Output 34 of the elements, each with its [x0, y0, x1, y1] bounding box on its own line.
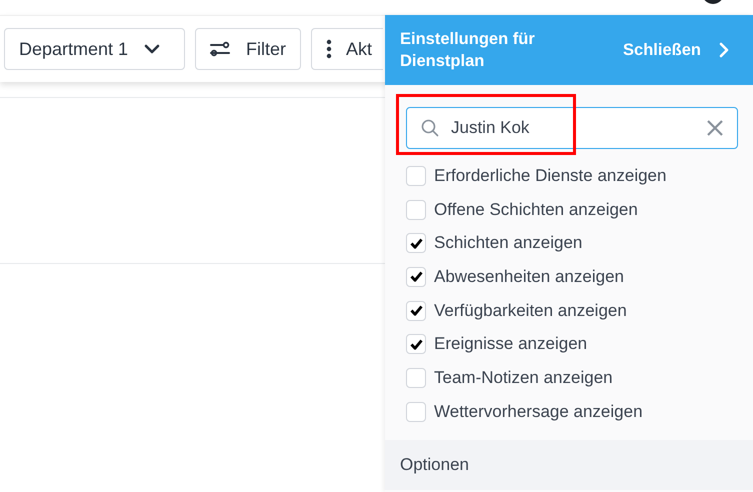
- checkbox[interactable]: [406, 300, 426, 321]
- checkbox[interactable]: [406, 402, 426, 422]
- checkbox[interactable]: [406, 166, 426, 186]
- option-label: Verfügbarkeiten anzeigen: [434, 300, 627, 321]
- chevron-down-icon: [144, 44, 160, 54]
- actions-button[interactable]: Akt: [311, 28, 383, 70]
- checkbox[interactable]: [406, 200, 426, 220]
- section-title: Optionen: [400, 455, 469, 475]
- department-dropdown[interactable]: Department 1: [4, 28, 185, 70]
- option-label: Schichten anzeigen: [434, 233, 582, 254]
- search-input[interactable]: Justin Kok: [451, 118, 695, 138]
- search-icon: [421, 119, 439, 137]
- panel-title: Einstellungen für Dienstplan: [400, 29, 536, 72]
- checkmark-icon: [410, 305, 422, 316]
- option-label: Ereignisse anzeigen: [434, 334, 588, 354]
- chevron-right-icon: [719, 42, 729, 58]
- section-header[interactable]: Optionen: [385, 440, 753, 490]
- clear-icon[interactable]: [707, 120, 723, 136]
- checkbox[interactable]: [406, 368, 426, 388]
- option-label: Erforderliche Dienste anzeigen: [434, 166, 666, 186]
- more-icon: [326, 39, 332, 59]
- checkmark-icon: [410, 271, 422, 282]
- option-label: Wettervorhersage anzeigen: [434, 402, 643, 422]
- checkbox[interactable]: [406, 266, 426, 287]
- checkbox[interactable]: [406, 334, 426, 354]
- checkbox[interactable]: [406, 233, 426, 254]
- checkmark-icon: [410, 338, 422, 350]
- search-field[interactable]: Justin Kok: [406, 107, 738, 149]
- checkmark-icon: [410, 238, 422, 249]
- sliders-icon: [210, 41, 230, 57]
- filter-button[interactable]: Filter: [195, 28, 301, 70]
- option-label: Abwesenheiten anzeigen: [434, 266, 624, 287]
- option-label: Team-Notizen anzeigen: [434, 368, 613, 388]
- option-label: Offene Schichten anzeigen: [434, 200, 638, 220]
